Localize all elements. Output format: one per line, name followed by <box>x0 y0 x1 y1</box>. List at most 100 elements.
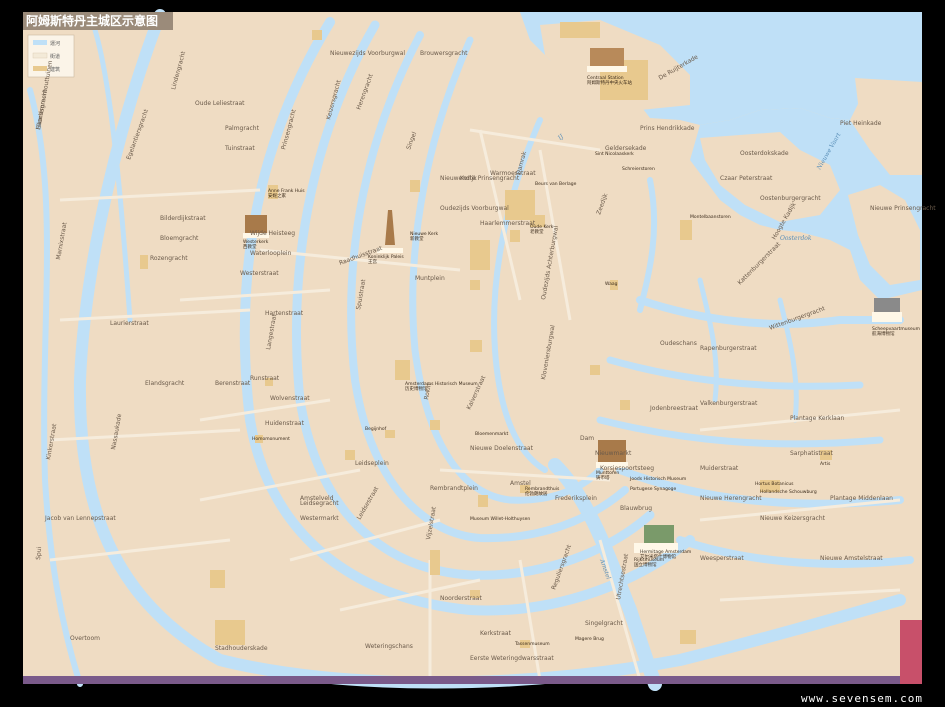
street-label: Westerstraat <box>240 270 279 277</box>
street-label: Oosterdokskade <box>740 150 789 157</box>
street-label: Dam <box>580 435 594 442</box>
street-label: Eerste Weteringdwarsstraat <box>470 655 554 662</box>
central-station-icon <box>587 48 627 72</box>
street-label: Westermarkt <box>300 515 339 522</box>
street-label: Waterlooplein <box>250 250 292 257</box>
street-label: Nieuwe Amstelstraat <box>820 555 883 562</box>
street-label: Leidseplein <box>355 460 389 467</box>
street-label: Prins Hendrikkade <box>640 125 695 132</box>
watermark: www.sevensem.com <box>801 692 923 705</box>
street-label: Sarphatistraat <box>790 450 834 457</box>
street-label: Geldersekade <box>605 145 647 152</box>
street-label: Wijde Heisteeg <box>250 230 295 237</box>
street-label: Stadhouderskade <box>215 645 268 652</box>
landmark-label[interactable]: Hortus Botanicus <box>755 481 794 487</box>
street-label: Oude Leliestraat <box>195 100 245 107</box>
landmark-label-cn: 艾尔米塔什博物馆 <box>640 553 676 560</box>
street-label: Nieuwezijds Voorburgwal <box>330 50 405 57</box>
landmark-label[interactable]: Montelbaanstoren <box>690 214 731 220</box>
street-label: Kerkstraat <box>480 630 512 637</box>
street-label: Rapenburgerstraat <box>700 345 757 352</box>
street-label: Huidenstraat <box>265 420 305 427</box>
street-label: Berenstraat <box>215 380 251 387</box>
street-label: Weteringschans <box>365 643 413 650</box>
landmark-label[interactable]: Portugese Synagoge <box>630 486 677 492</box>
map-title: 阿姆斯特丹主城区示意图 <box>26 13 158 28</box>
street-label: Brouwersgracht <box>420 50 468 57</box>
landmark-label[interactable]: Sint Nicolaaskerk <box>595 151 634 157</box>
landmark-label[interactable]: Schreierstoren <box>622 166 655 172</box>
street-label: Valkenburgerstraat <box>700 400 758 407</box>
street-label: Haarlemmerstraat <box>480 220 536 227</box>
street-label: Frederiksplein <box>555 495 597 502</box>
street-label: Elandsgracht <box>145 380 185 387</box>
street-label: Plantage Kerklaan <box>790 415 844 422</box>
street-label: Nieuwe Herengracht <box>700 495 762 502</box>
landmark-label-cn: 王宫 <box>368 258 377 265</box>
street-label: Rozengracht <box>150 255 188 262</box>
landmark-label[interactable]: Homomonument <box>252 436 290 442</box>
landmark-label-cn: 新教堂 <box>410 235 424 242</box>
street-label: Czaar Peterstraat <box>720 175 773 182</box>
bottom-strip <box>23 676 922 684</box>
corner-strip <box>900 620 922 684</box>
legend-swatch-street <box>32 52 48 59</box>
landmark-label-cn: 国立博物馆 <box>634 561 657 568</box>
street-label: Amstel <box>510 480 531 487</box>
street-label: Noorderstraat <box>440 595 482 602</box>
water-label: Oosterdok <box>780 235 812 242</box>
landmark-label-cn: 伦勃朗故居 <box>525 490 548 497</box>
street-label: Nieuwe Doelenstraat <box>470 445 534 452</box>
landmark-label[interactable]: Bloemenmarkt <box>475 431 508 437</box>
street-label: Oudeschans <box>660 340 697 347</box>
street-label: Nieuwe Keizersgracht <box>760 515 826 522</box>
landmark-label[interactable]: Museum Willet-Holthuysen <box>470 516 530 522</box>
street-label: Hartenstraat <box>265 310 304 317</box>
street-label: Muntplein <box>415 275 445 282</box>
street-label: Nieuwmarkt <box>595 450 632 457</box>
street-label: Tuinstraat <box>224 145 255 152</box>
street-label: Jodenbreestraat <box>649 405 699 412</box>
street-label: Palmgracht <box>225 125 260 132</box>
legend-swatch-canal <box>33 40 47 45</box>
street-label: Overtoom <box>70 635 100 642</box>
street-label: Blauwbrug <box>620 505 652 512</box>
landmark-label[interactable]: Beurs van Berlage <box>535 181 577 187</box>
landmark-label-cn: 铸币塔 <box>596 474 610 481</box>
city-map[interactable]: 阿姆斯特丹主城区示意图 運河 街道 建筑 Haarlemmerhouttuine… <box>0 0 945 707</box>
street-label: Weesperstraat <box>700 555 744 562</box>
street-label: Oostenburgergracht <box>760 195 821 202</box>
landmark-label-cn: 安妮之家 <box>268 192 286 199</box>
street-label: Wolvenstraat <box>270 395 310 402</box>
landmark-label-cn: 历史博物馆 <box>405 385 428 392</box>
street-label: Oudezijds Voorburgwal <box>440 205 509 212</box>
landmark-label-cn: 航海博物馆 <box>872 330 895 337</box>
landmark-label-cn: 老教堂 <box>530 228 544 235</box>
street-label: Plantage Middenlaan <box>830 495 893 502</box>
street-label: Korte Prinsengracht <box>460 175 520 182</box>
street-label: Laurierstraat <box>110 320 149 327</box>
landmark-label[interactable]: Artis <box>820 461 831 467</box>
street-label: Piet Heinkade <box>840 120 882 127</box>
street-label: Bilderdijkstraat <box>160 215 206 222</box>
street-label: Singelgracht <box>585 620 623 627</box>
street-label: Nieuwe Prinsengracht <box>870 205 936 212</box>
legend-label-street: 街道 <box>50 53 60 60</box>
landmark-label[interactable]: Waag <box>605 281 618 287</box>
legend-label-canal: 運河 <box>50 40 60 47</box>
landmark-label[interactable]: Tassenmuseum <box>514 641 550 647</box>
landmark-label[interactable]: Begijnhof <box>365 426 387 432</box>
street-label: Spui <box>35 546 43 560</box>
street-label: Amstelveld <box>300 495 334 502</box>
street-label: Muiderstraat <box>700 465 739 472</box>
street-label: Jacob van Lennepstraat <box>44 515 116 522</box>
scheepvaart-icon <box>872 298 902 322</box>
landmark-label-cn: 阿姆斯特丹中央火车站 <box>587 79 632 86</box>
street-label: Rembrandtplein <box>430 485 478 492</box>
street-label: Bloemgracht <box>160 235 199 242</box>
landmark-label-cn: 西教堂 <box>243 243 257 250</box>
landmark-label[interactable]: Hollandsche Schouwburg <box>760 489 817 495</box>
street-label: Runstraat <box>250 375 280 382</box>
landmark-label[interactable]: Magere Brug <box>575 636 604 642</box>
landmark-label[interactable]: Joods Historisch Museum <box>629 476 686 482</box>
